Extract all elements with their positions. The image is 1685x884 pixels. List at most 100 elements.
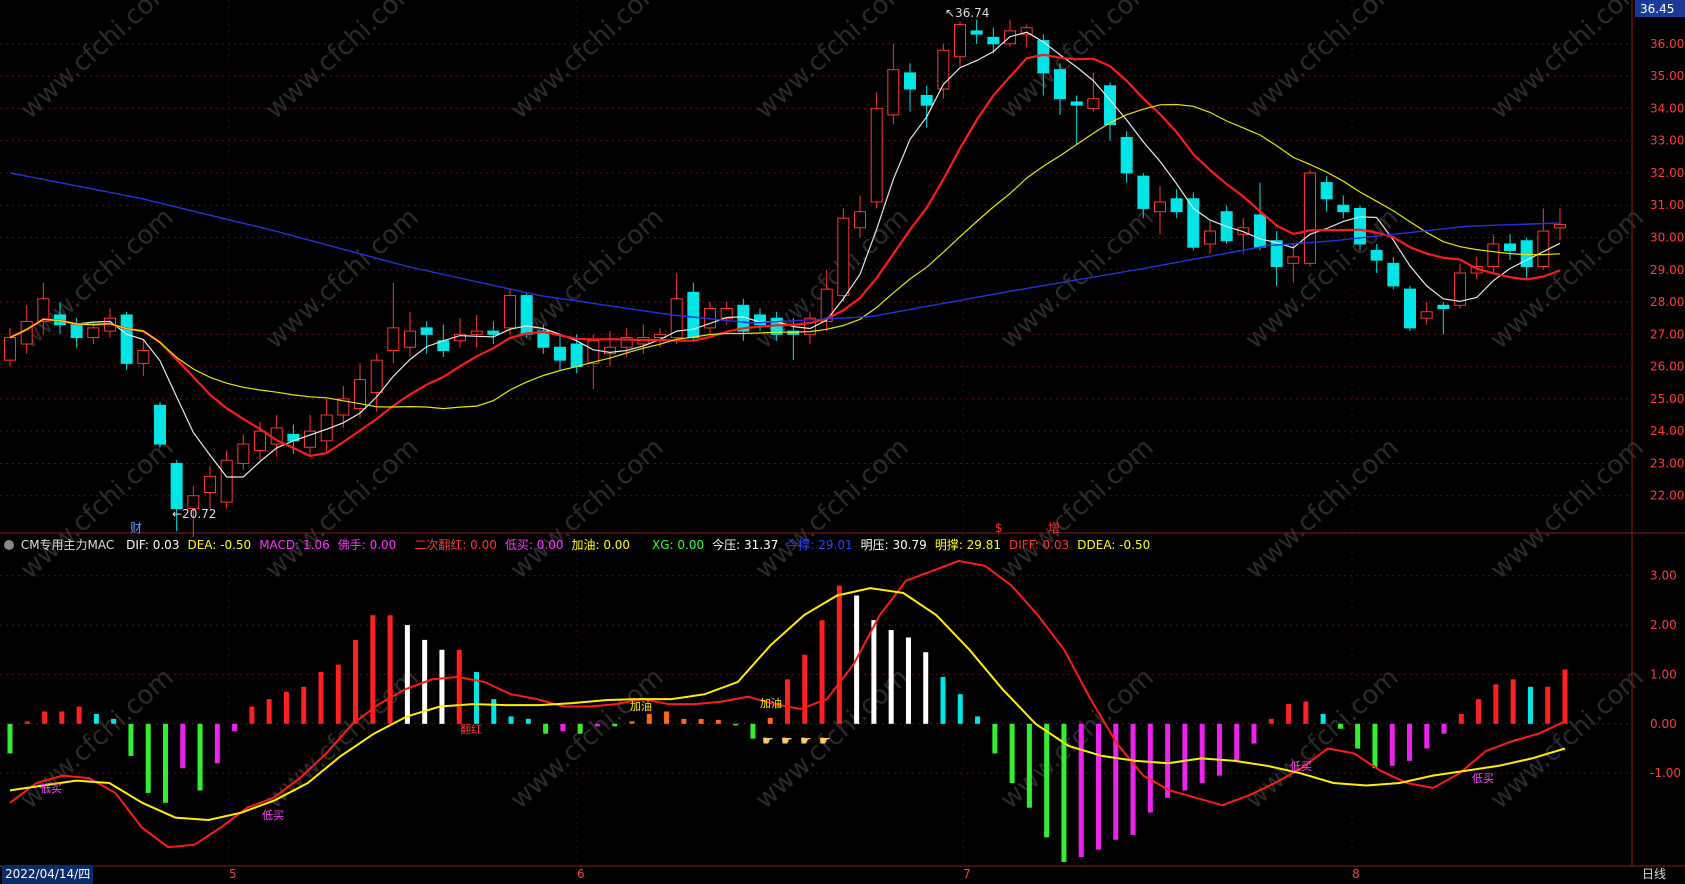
- macd-bar: [7, 723, 13, 754]
- candle-body: [20, 320, 33, 345]
- macd-bar: [318, 671, 324, 724]
- indicator-value: 今压: 31.37: [712, 538, 779, 552]
- macd-bar: [1096, 723, 1101, 850]
- price-tick-label: 22.00: [1650, 489, 1684, 503]
- candle-body: [220, 459, 233, 503]
- watermark-text: www.cfchi.com: [1240, 0, 1405, 125]
- macd-bar: [715, 719, 721, 724]
- candle-body: [1087, 98, 1100, 109]
- candle-body: [137, 349, 150, 364]
- candle-body: [1320, 182, 1333, 200]
- macd-bar: [785, 679, 790, 724]
- candle-body: [1070, 101, 1083, 106]
- candle-body: [1504, 243, 1516, 251]
- macd-bar: [1320, 713, 1326, 724]
- indicator-value: 加油: 0.00: [571, 538, 631, 552]
- candle-body: [954, 23, 966, 58]
- macd-bar: [1044, 723, 1050, 838]
- indicator-value: 佛手: 0.00: [337, 538, 397, 552]
- macd-bar: [940, 676, 946, 724]
- indicator-tick-label: 0.00: [1650, 717, 1677, 731]
- month-label: 6: [577, 867, 585, 881]
- current-date: 2022/04/14/四: [2, 865, 94, 884]
- indicator-name[interactable]: CM专用主力MAC: [21, 538, 114, 552]
- candle-body: [837, 217, 850, 297]
- candle-body: [1537, 230, 1550, 268]
- chart-annotations: ↖36.74←20.72财 $ 增低买低买翻红加油 加油低买低买☛ ☛ ☛ ☛: [40, 6, 1494, 822]
- macd-bar: [1026, 723, 1032, 808]
- price-tick-label: 33.00: [1650, 134, 1684, 148]
- macd-bar: [905, 637, 911, 724]
- indicator-settings-icon[interactable]: [4, 540, 14, 550]
- candle-body: [720, 308, 733, 319]
- watermark-text: www.cfchi.com: [1485, 432, 1650, 585]
- macd-bar: [733, 723, 739, 726]
- candle-body: [420, 327, 433, 335]
- indicator-value: DEA: -0.50: [187, 538, 252, 552]
- candle-body: [1170, 198, 1183, 213]
- watermark-text: www.cfchi.com: [995, 432, 1160, 585]
- candle-body: [920, 94, 933, 106]
- macd-bar: [1268, 718, 1274, 724]
- price-tick-label: 29.00: [1650, 263, 1684, 277]
- candle-body: [487, 330, 500, 335]
- macd-bar: [353, 639, 359, 724]
- macd-bar: [646, 713, 652, 724]
- macd-bar: [1216, 723, 1222, 776]
- macd-bar: [1234, 723, 1240, 761]
- macd-bar: [957, 694, 963, 724]
- macd-bar: [1337, 723, 1343, 729]
- watermark-text: www.cfchi.com: [505, 662, 670, 815]
- macd-bar: [59, 711, 65, 724]
- candle-body: [1437, 304, 1450, 310]
- watermark-text: www.cfchi.com: [260, 202, 425, 355]
- macd-bar: [750, 723, 756, 739]
- period-button[interactable]: 日线: [1642, 865, 1666, 884]
- macd-bar: [266, 699, 272, 724]
- price-tick-label: 30.00: [1650, 230, 1684, 244]
- candle-body: [504, 295, 516, 329]
- macd-bar: [802, 654, 808, 724]
- macd-bar: [594, 723, 600, 727]
- candle-body: [854, 211, 866, 229]
- macd-bar: [577, 723, 583, 734]
- macd-bar: [1372, 723, 1378, 769]
- candle-body: [204, 475, 216, 493]
- candle-body: [1554, 224, 1566, 229]
- candle-body: [1137, 175, 1150, 209]
- macd-bar: [1476, 699, 1482, 724]
- candle-body: [1204, 230, 1216, 245]
- macd-bar: [698, 718, 704, 724]
- watermark-text: www.cfchi.com: [505, 0, 670, 125]
- low-price-marker: ←20.72: [172, 507, 216, 521]
- watermark-text: www.cfchi.com: [1240, 662, 1405, 815]
- watermark-text: www.cfchi.com: [995, 202, 1160, 355]
- month-label: 8: [1352, 867, 1360, 881]
- watermark-text: www.cfchi.com: [15, 432, 180, 585]
- candle-body: [687, 291, 700, 339]
- candle-body: [937, 49, 950, 90]
- macd-bar: [1545, 686, 1551, 724]
- macd-bar: [214, 723, 220, 764]
- macd-bar: [1182, 723, 1188, 791]
- macd-bar: [163, 723, 168, 803]
- signal-label: 低买: [1472, 772, 1494, 785]
- signal-label: 加油: [760, 696, 782, 710]
- indicator-tick-label: 2.00: [1650, 618, 1677, 632]
- macd-bar: [93, 713, 99, 724]
- chart-canvas[interactable]: www.cfchi.com www.cfchi.com www.cfchi.com w…: [0, 0, 1685, 884]
- macd-bar: [1355, 723, 1361, 749]
- macd-bar: [819, 620, 825, 724]
- indicator-value: 明撑: 29.81: [934, 538, 1002, 552]
- candle-body: [570, 343, 583, 368]
- macd-bar: [871, 620, 877, 724]
- macd-bar: [525, 718, 531, 724]
- candle-body: [1420, 311, 1433, 319]
- candle-body: [1487, 243, 1500, 268]
- macd-bar: [1147, 723, 1153, 813]
- macd-bar: [111, 718, 117, 724]
- candle-body: [587, 340, 600, 364]
- macd-bar: [128, 723, 134, 756]
- macd-bar: [508, 716, 514, 724]
- macd-bar: [1286, 704, 1292, 724]
